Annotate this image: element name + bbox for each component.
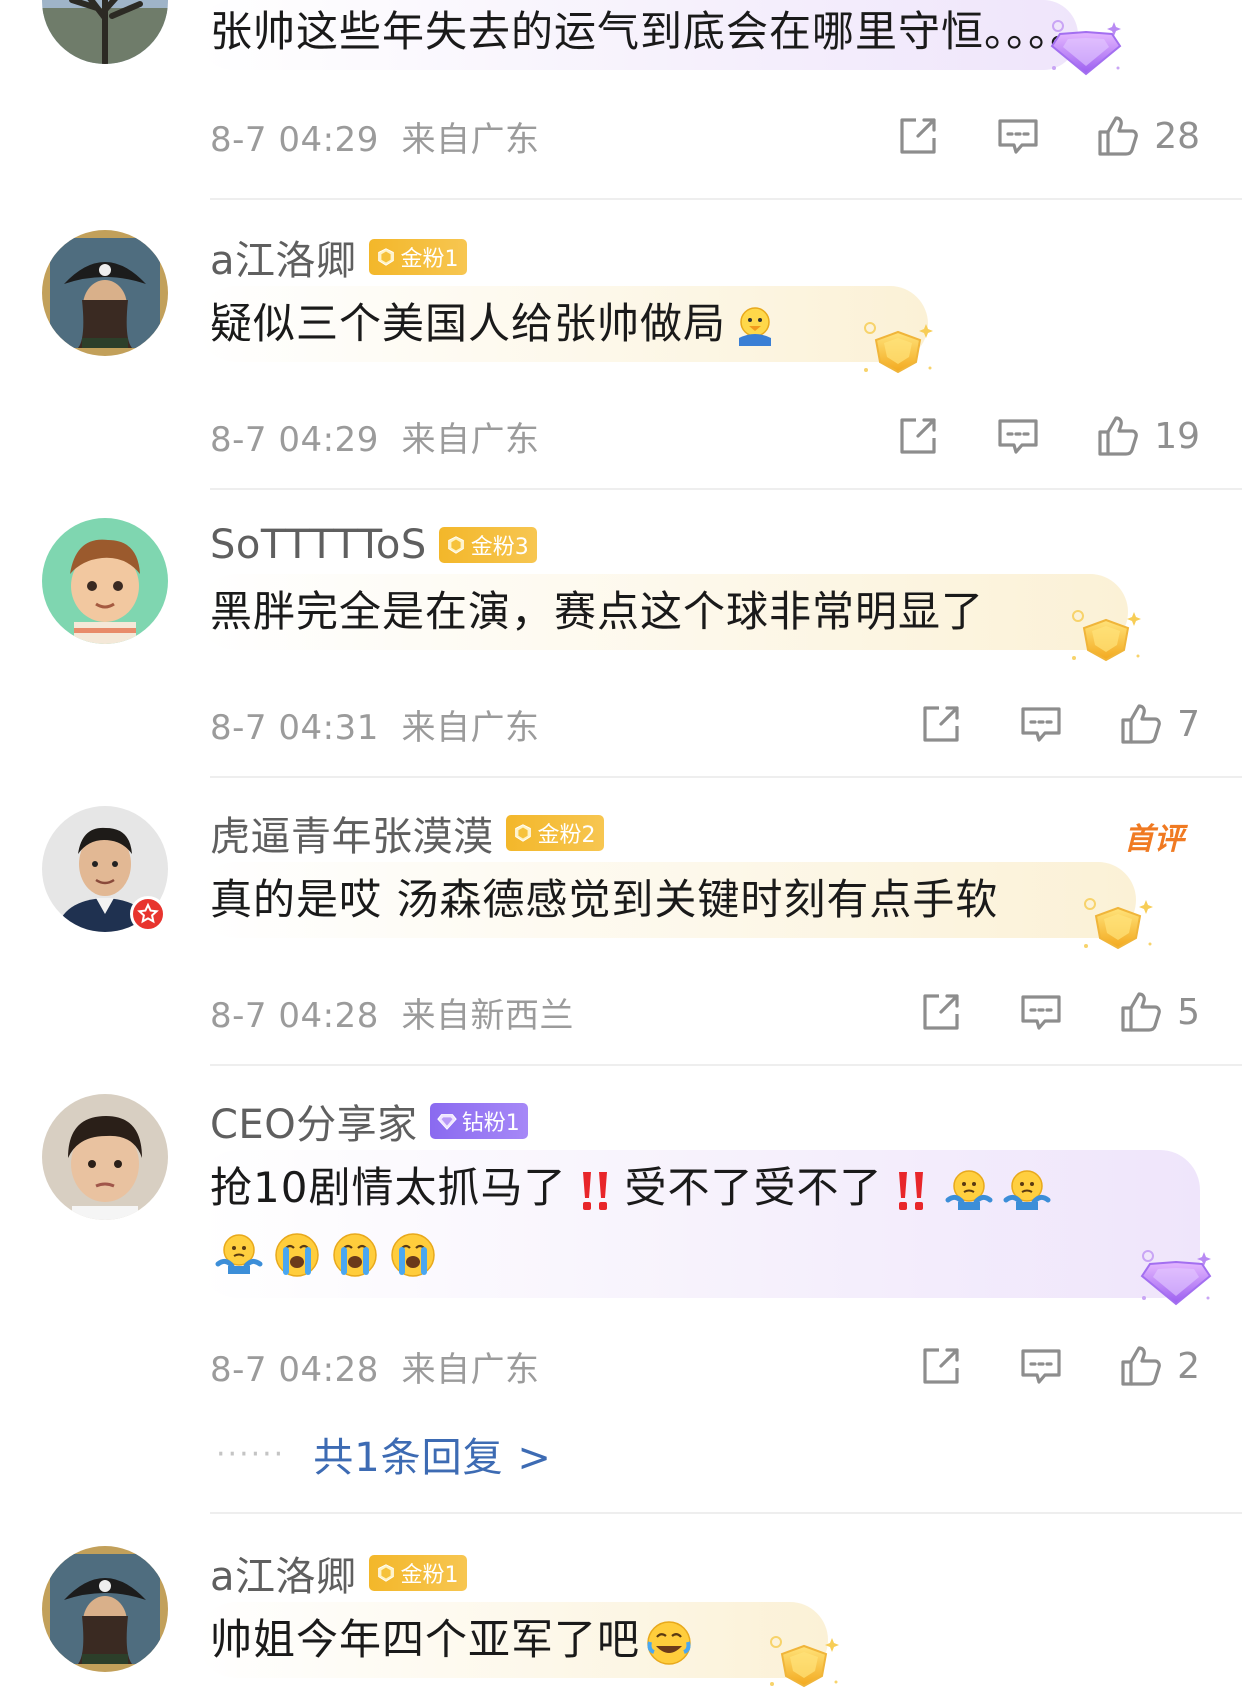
comment-text: 张帅这些年失去的运气到底会在哪里守恒。。。。 — [210, 7, 1094, 56]
diamond-decoration-icon — [1048, 18, 1128, 78]
comment-location: 来自广东 — [401, 119, 540, 160]
comment-bubble: 张帅这些年失去的运气到底会在哪里守恒。。。。 — [198, 0, 1094, 70]
comment-time: 8-7 04:28 — [210, 1349, 379, 1390]
thumbs-up-icon[interactable] — [1117, 1342, 1165, 1390]
comment-bubble: 黑胖完全是在演，赛点这个球非常明显了 — [198, 574, 1128, 650]
diamond-decoration-icon — [1138, 1248, 1218, 1308]
fan-badge-icon — [375, 1562, 397, 1584]
like-count: 7 — [1177, 703, 1200, 745]
comment-time: 8-7 04:28 — [210, 995, 379, 1036]
thumbs-up-icon[interactable] — [1117, 988, 1165, 1036]
comment-text: 受不了受不了 — [624, 1163, 883, 1212]
fan-badge-icon — [512, 822, 534, 844]
comment-text: 黑胖完全是在演，赛点这个球非常明显了 — [210, 587, 985, 636]
shrug-emoji-icon — [1002, 1166, 1052, 1216]
share-icon[interactable] — [894, 112, 942, 160]
comment-meta: 8-7 04:28 来自广东 2 — [210, 1336, 1200, 1396]
share-icon[interactable] — [917, 1342, 965, 1390]
thumbs-up-icon[interactable] — [1094, 112, 1142, 160]
divider — [210, 1064, 1242, 1066]
gold-gem-decoration-icon — [1080, 896, 1160, 956]
view-replies-link[interactable]: 共1条回复 > — [313, 1425, 552, 1483]
divider — [210, 776, 1242, 778]
fan-badge-icon — [375, 246, 397, 268]
crying-emoji-icon — [272, 1230, 322, 1280]
comment-text: 抢10剧情太抓马了 — [210, 1163, 567, 1212]
verified-badge-icon — [130, 896, 166, 932]
fan-badge-icon — [436, 1110, 458, 1132]
divider — [210, 1512, 1242, 1514]
comment-icon[interactable] — [994, 112, 1042, 160]
comment-icon[interactable] — [1017, 1342, 1065, 1390]
double-exclamation-icon — [886, 1166, 936, 1216]
avatar[interactable] — [42, 518, 168, 644]
laughing-crying-emoji-icon — [644, 1618, 694, 1668]
like-count: 5 — [1177, 991, 1200, 1033]
thumbs-up-icon[interactable] — [1117, 700, 1165, 748]
comment-meta: 8-7 04:31 来自广东 7 — [210, 694, 1200, 754]
share-icon[interactable] — [894, 412, 942, 460]
fan-badge[interactable]: 金粉2 — [505, 815, 604, 851]
share-icon[interactable] — [917, 700, 965, 748]
like-button[interactable]: 19 — [1094, 412, 1200, 460]
like-count: 19 — [1154, 415, 1200, 457]
like-count: 28 — [1154, 115, 1200, 157]
comment-meta: 8-7 04:28 来自新西兰 5 — [210, 982, 1200, 1042]
username[interactable]: 虎逼青年张漠漠 — [210, 804, 494, 862]
gold-gem-decoration-icon — [1068, 608, 1148, 668]
comment-meta: 8-7 04:29 来自广东 28 — [210, 106, 1200, 166]
divider — [210, 488, 1242, 490]
comment-bubble: 抢10剧情太抓马了 受不了受不了 — [198, 1150, 1200, 1298]
view-replies[interactable]: ······ 共1条回复 > — [216, 1424, 552, 1484]
comment-text: 帅姐今年四个亚军了吧 — [210, 1615, 641, 1664]
comment-text: 疑似三个美国人给张帅做局 — [210, 299, 727, 348]
like-button[interactable]: 2 — [1117, 1342, 1200, 1390]
comment-time: 8-7 04:31 — [210, 707, 379, 748]
crying-emoji-icon — [388, 1230, 438, 1280]
avatar[interactable] — [42, 230, 168, 356]
comment-location: 来自新西兰 — [401, 995, 574, 1036]
comment-location: 来自广东 — [401, 1349, 540, 1390]
avatar[interactable] — [42, 0, 168, 64]
comment-bubble: 帅姐今年四个亚军了吧 — [198, 1602, 828, 1678]
avatar[interactable] — [42, 1094, 168, 1220]
fan-badge[interactable]: 金粉3 — [438, 527, 537, 563]
thumbs-up-icon[interactable] — [1094, 412, 1142, 460]
share-icon[interactable] — [917, 988, 965, 1036]
comment-location: 来自广东 — [401, 707, 540, 748]
comment-meta: 8-7 04:29 来自广东 19 — [210, 406, 1200, 466]
divider — [210, 198, 1242, 200]
comment-text: 真的是哎 汤森德感觉到关键时刻有点手软 — [210, 875, 999, 924]
comment-icon[interactable] — [1017, 988, 1065, 1036]
fan-badge-icon — [445, 534, 467, 556]
gold-gem-decoration-icon — [860, 320, 940, 380]
crying-emoji-icon — [330, 1230, 380, 1280]
username[interactable]: a江洛卿 — [210, 228, 357, 286]
like-button[interactable]: 28 — [1094, 112, 1200, 160]
dots-icon: ······ — [216, 1436, 286, 1472]
comment-bubble: 真的是哎 汤森德感觉到关键时刻有点手软 — [198, 862, 1136, 938]
fan-badge[interactable]: 金粉1 — [368, 239, 467, 275]
username[interactable]: a江洛卿 — [210, 1544, 357, 1602]
fan-badge[interactable]: 钻粉1 — [429, 1103, 528, 1139]
shrug-emoji-icon — [214, 1230, 264, 1280]
shrug-emoji-icon — [944, 1166, 994, 1216]
comment-icon[interactable] — [994, 412, 1042, 460]
comment-icon[interactable] — [1017, 700, 1065, 748]
like-count: 2 — [1177, 1345, 1200, 1387]
comment-bubble: 疑似三个美国人给张帅做局 — [198, 286, 928, 362]
comment-time: 8-7 04:29 — [210, 119, 379, 160]
username[interactable]: CEO分享家 — [210, 1092, 418, 1150]
fan-badge[interactable]: 金粉1 — [368, 1555, 467, 1591]
like-button[interactable]: 5 — [1117, 988, 1200, 1036]
double-exclamation-icon — [570, 1166, 620, 1216]
avatar[interactable] — [42, 1546, 168, 1672]
duck-emoji-icon — [730, 302, 780, 352]
comment-location: 来自广东 — [401, 419, 540, 460]
like-button[interactable]: 7 — [1117, 700, 1200, 748]
comment-time: 8-7 04:29 — [210, 419, 379, 460]
username[interactable]: SoTTTTToS — [210, 522, 427, 568]
gold-gem-decoration-icon — [766, 1634, 846, 1694]
first-comment-tag: 首评 — [1124, 822, 1184, 857]
